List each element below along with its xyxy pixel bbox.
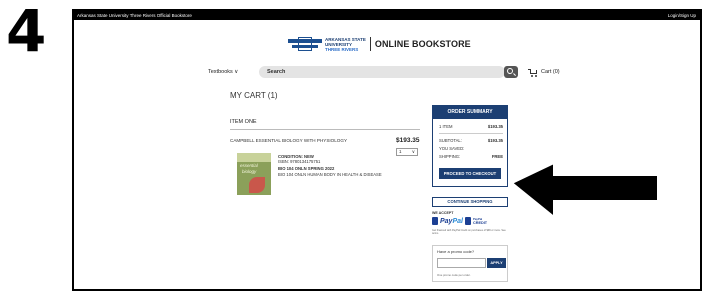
paypal-logo: PayPal <box>440 217 463 225</box>
paypal-fine-print: Get financed with PayPal Credit on purch… <box>432 229 506 235</box>
quantity-value: 1 <box>399 149 402 154</box>
screenshot-frame: Arkansas State University Three Rivers O… <box>72 9 702 291</box>
quantity-select[interactable]: 1 ∨ <box>396 148 418 156</box>
order-summary-header: ORDER SUMMARY <box>433 106 507 119</box>
item-course-name: BIO 104 ONLN HUMAN BODY IN HEALTH & DISE… <box>278 171 382 177</box>
cart-label: Cart (0) <box>541 69 560 75</box>
chevron-down-icon: ∨ <box>411 149 415 154</box>
summary-shipping-row: SHIPPING: FREE <box>439 154 503 159</box>
bookstore-logo[interactable]: ARKANSAS STATE UNIVERSITY THREE RIVERS O… <box>288 33 471 55</box>
search-button[interactable] <box>504 66 518 78</box>
top-bar: Arkansas State University Three Rivers O… <box>74 11 700 20</box>
divider <box>230 129 420 130</box>
university-logo-icon <box>288 37 322 51</box>
summary-saved-row: YOU SAVED: <box>439 146 465 151</box>
promo-code-box: Have a promo code? APPLY One promo code … <box>432 245 508 282</box>
university-name: ARKANSAS STATE UNIVERSITY THREE RIVERS <box>325 36 366 52</box>
promo-code-note: One promo code per order. <box>437 273 471 277</box>
item-isbn: ISBN: 9780134175751 <box>278 159 321 165</box>
paypal-icon <box>432 217 438 225</box>
search-input[interactable]: Search <box>259 66 505 78</box>
paypal-logos: PayPal PayPal CREDIT <box>432 216 487 226</box>
we-accept-label: WE ACCEPT <box>432 211 454 215</box>
promo-code-label: Have a promo code? <box>437 249 475 254</box>
item-details: CONDITION: NEW ISBN: 9780134175751 BIO 1… <box>278 154 382 177</box>
summary-items-row: 1 ITEM $193.35 <box>439 124 503 129</box>
item-header: ITEM ONE <box>230 119 257 125</box>
online-bookstore-title: ONLINE BOOKSTORE <box>374 39 471 49</box>
order-summary: ORDER SUMMARY 1 ITEM $193.35 SUBTOTAL: $19… <box>432 105 508 187</box>
paypal-credit-icon <box>464 217 471 225</box>
proceed-to-checkout-button[interactable]: PROCEED TO CHECKOUT <box>439 168 501 179</box>
cart-icon <box>528 68 538 77</box>
step-number: 4 <box>6 0 47 65</box>
book-cover-image[interactable]: essential biology <box>237 153 271 195</box>
login-link[interactable]: Login/Sign Up <box>668 11 696 20</box>
item-title[interactable]: CAMPBELL ESSENTIAL BIOLOGY WITH PHYSIOLO… <box>230 138 347 143</box>
summary-subtotal-row: SUBTOTAL: $193.35 <box>439 138 503 143</box>
paypal-credit-logo: PayPal CREDIT <box>472 217 488 225</box>
item-price: $193.35 <box>396 137 420 144</box>
top-bar-store-name: Arkansas State University Three Rivers O… <box>77 13 192 18</box>
textbooks-menu[interactable]: Textbooks ∨ <box>208 66 238 78</box>
textbooks-label: Textbooks <box>208 69 233 75</box>
continue-shopping-button[interactable]: CONTINUE SHOPPING <box>432 197 508 207</box>
pointer-arrow-icon <box>510 161 659 220</box>
apply-promo-button[interactable]: APPLY <box>487 258 506 268</box>
divider <box>439 133 503 134</box>
chevron-down-icon: ∨ <box>234 69 239 75</box>
promo-code-input[interactable] <box>437 258 486 268</box>
cart-link[interactable]: Cart (0) <box>528 66 560 78</box>
logo-divider <box>369 37 371 51</box>
cover-text: essential <box>240 163 258 168</box>
cover-text: biology <box>242 169 257 174</box>
page-title: MY CART (1) <box>230 91 278 100</box>
